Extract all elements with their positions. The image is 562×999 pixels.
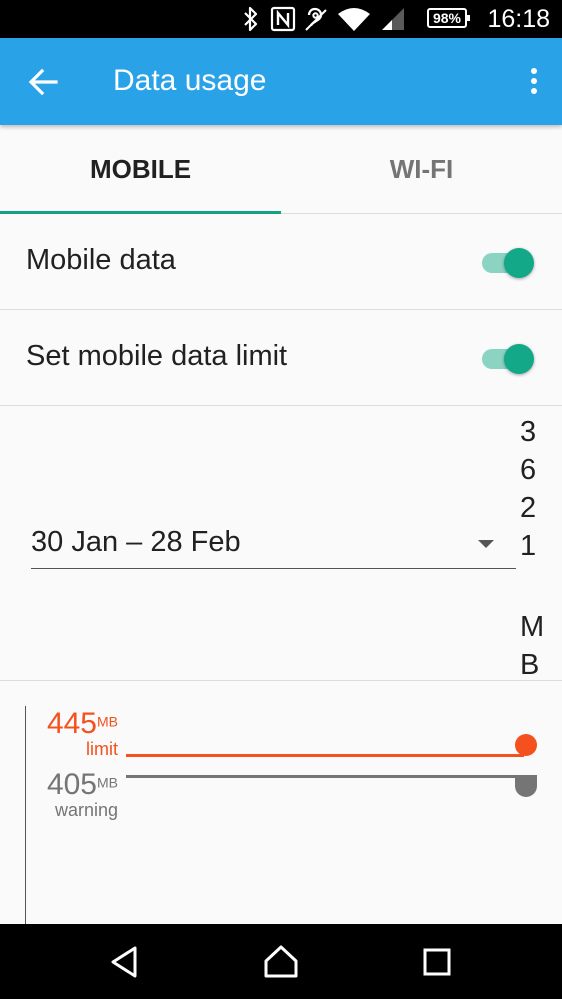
cycle-dropdown[interactable]: 30 Jan – 28 Feb [31,520,516,569]
hearing-aid-icon [305,7,327,31]
status-clock: 16:18 [487,5,550,33]
warning-caption: warning [54,800,118,820]
limit-line[interactable] [126,754,524,757]
nav-back-icon[interactable] [105,942,145,982]
tab-mobile[interactable]: MOBILE [0,125,281,213]
warning-label: 405MB warning [0,768,118,821]
screen: 98% 16:18 Data usage MOBILE WI-FI Mobile… [0,0,562,999]
navigation-bar [0,924,562,999]
switch-thumb [504,248,534,278]
data-limit-switch[interactable] [482,343,534,374]
more-vert-icon[interactable] [520,58,548,106]
nav-home-icon[interactable] [261,942,301,982]
nav-recents-icon[interactable] [417,942,457,982]
status-bar: 98% 16:18 [0,0,562,38]
bluetooth-icon [244,6,258,32]
usage-cycle-section: 30 Jan – 28 Feb 3 6 2 1 M B [0,405,562,681]
page-title: Data usage [113,64,267,97]
warning-unit: MB [97,774,118,791]
mobile-data-label: Mobile data [26,244,176,276]
tab-wifi[interactable]: WI-FI [281,125,562,213]
wifi-icon [338,8,370,31]
warning-line[interactable] [126,775,524,778]
nfc-icon [270,6,296,32]
limit-unit: MB [97,713,118,730]
cell-signal-icon [382,8,404,30]
usage-unit-char: M [520,611,545,643]
warning-handle[interactable] [515,775,537,797]
app-bar: Data usage [0,38,562,125]
limit-caption: limit [86,739,118,759]
mobile-data-row[interactable]: Mobile data [0,214,562,310]
usage-total: 3 6 2 1 M B [520,413,550,681]
data-limit-label: Set mobile data limit [26,340,288,372]
arrow-back-icon[interactable] [18,58,66,106]
usage-digit: 1 [520,530,537,562]
limit-handle[interactable] [515,734,537,756]
tab-bar: MOBILE WI-FI [0,125,562,214]
warning-value: 405 [46,768,97,801]
mobile-data-switch[interactable] [482,247,534,278]
battery-percent: 98% [432,10,462,26]
battery-icon: 98% [427,8,470,28]
dropdown-arrow-icon [478,540,494,548]
usage-unit-char: B [520,649,540,681]
limit-label: 445MB limit [0,707,118,760]
usage-chart: 445MB limit 405MB warning [0,681,562,924]
cycle-range: 30 Jan – 28 Feb [31,526,241,558]
limit-value: 445 [46,707,97,740]
usage-digit: 2 [520,492,537,524]
usage-digit: 6 [520,454,537,486]
usage-unit: M B [520,608,550,684]
usage-digit: 3 [520,416,537,448]
data-limit-row[interactable]: Set mobile data limit [0,310,562,406]
switch-thumb [504,344,534,374]
